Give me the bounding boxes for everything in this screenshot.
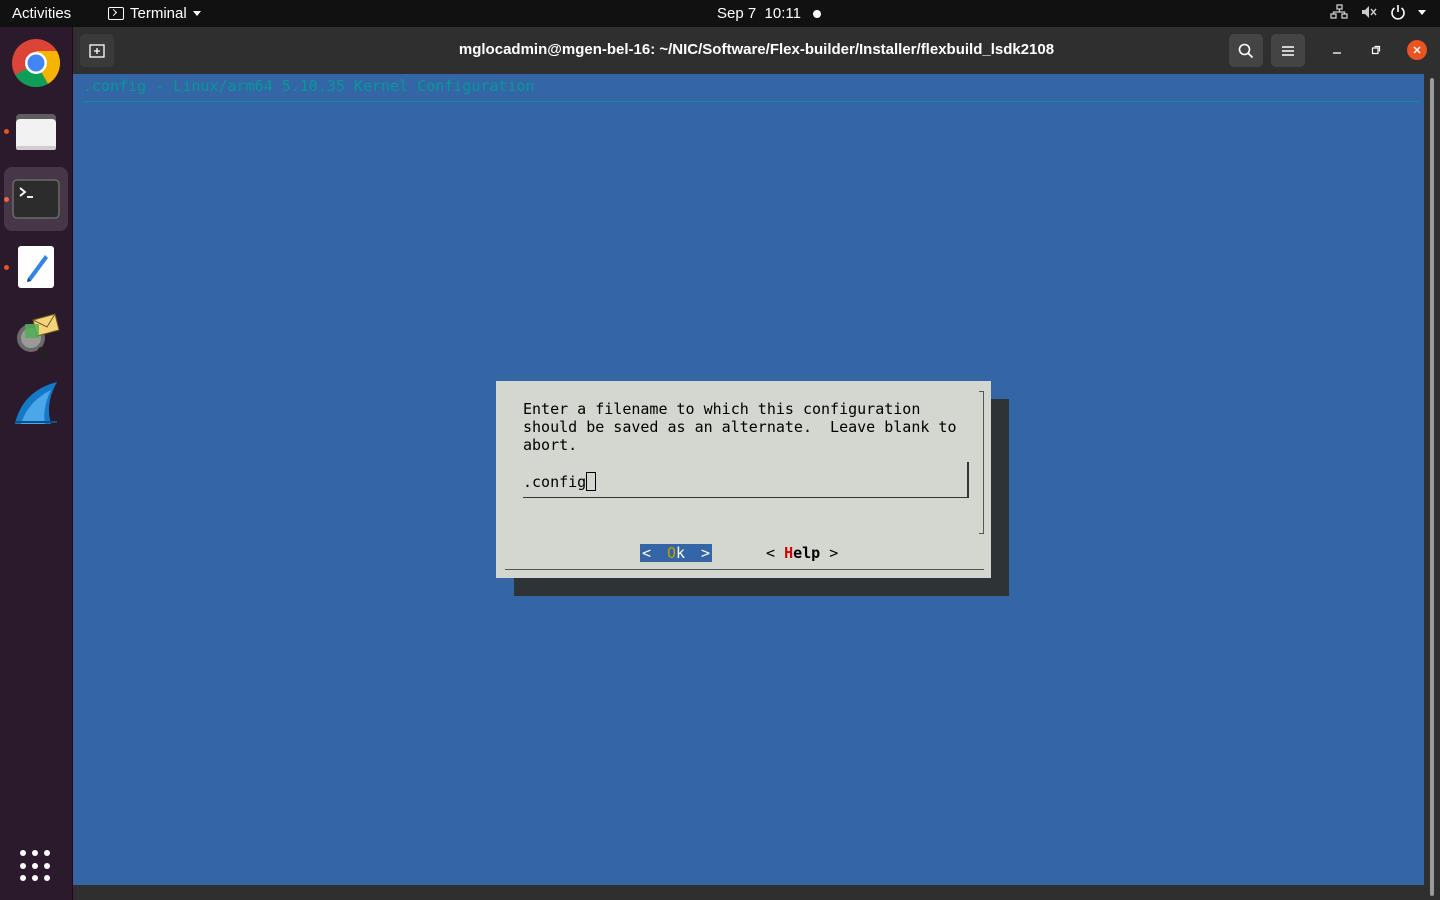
mail-app-icon: [17, 313, 60, 359]
window-titlebar[interactable]: mglocadmin@mgen-bel-16: ~/NIC/Software/F…: [73, 27, 1440, 74]
dock-item-terminal[interactable]: [4, 167, 68, 231]
save-as-dialog: Enter a filename to which this configura…: [496, 381, 991, 578]
top-bar: Activities Terminal Sep 7 10:11: [0, 0, 1440, 27]
grid-dot: [32, 862, 38, 869]
power-icon: [1391, 5, 1405, 20]
chevron-down-icon: [1418, 9, 1426, 15]
scrollbar-thumb[interactable]: [1430, 78, 1434, 896]
dock-item-mail-app[interactable]: [4, 303, 68, 367]
wireshark-icon: [15, 382, 57, 424]
restore-icon: [1371, 45, 1381, 55]
help-bracket-left: <: [766, 544, 785, 562]
dock-item-text-editor[interactable]: [4, 235, 68, 299]
help-bracket-right: >: [820, 544, 839, 562]
grid-dot: [20, 875, 26, 882]
ok-button[interactable]: < Ok >: [640, 544, 712, 562]
ok-hotkey: O: [667, 544, 677, 562]
terminal-small-icon: [108, 7, 124, 20]
text-editor-icon: [18, 246, 54, 288]
grid-dot: [44, 875, 50, 882]
ok-label: k: [676, 544, 686, 562]
filename-input[interactable]: .config: [523, 462, 969, 498]
input-border: [523, 497, 969, 498]
ok-bracket-right: >: [700, 544, 710, 562]
terminal-icon: [12, 179, 60, 219]
grid-dot: [32, 850, 38, 856]
restore-button[interactable]: [1366, 40, 1386, 60]
help-hotkey: H: [784, 544, 794, 562]
chrome-icon: [12, 39, 61, 88]
search-icon: [1238, 43, 1254, 58]
close-button[interactable]: [1407, 40, 1427, 60]
dialog-border: [979, 533, 984, 534]
files-icon: [16, 114, 56, 150]
dialog-border: [505, 569, 984, 570]
clock-button[interactable]: Sep 7 10:11: [717, 5, 821, 22]
app-menu-button[interactable]: Terminal: [108, 5, 201, 22]
kconfig-header: .config - Linux/arm64 5.10.35 Kernel Con…: [83, 77, 535, 95]
ok-bracket-left: <: [642, 544, 652, 562]
help-label: elp: [793, 544, 821, 562]
activities-button[interactable]: Activities: [12, 5, 71, 22]
grid-dot: [20, 850, 26, 856]
menu-button[interactable]: [1271, 34, 1305, 67]
grid-dot: [32, 875, 38, 882]
hamburger-menu-icon: [1282, 45, 1294, 56]
window-bottom-edge: [73, 885, 1424, 900]
dock: [0, 27, 72, 900]
dock-item-files[interactable]: [4, 99, 68, 163]
date-label: Sep 7: [717, 5, 757, 22]
scrollbar[interactable]: [1424, 74, 1440, 900]
dialog-border: [979, 391, 984, 392]
show-applications-button[interactable]: [20, 850, 52, 882]
grid-dot: [44, 850, 50, 856]
app-menu-label: Terminal: [130, 5, 187, 22]
dialog-message: Enter a filename to which this configura…: [523, 400, 957, 454]
help-button[interactable]: < Help >: [766, 544, 838, 562]
system-tray[interactable]: [1330, 4, 1426, 20]
text-cursor: [586, 472, 597, 491]
close-icon: [1413, 46, 1421, 54]
input-border: [967, 462, 969, 498]
search-button[interactable]: [1229, 34, 1263, 67]
time-label: 10:11: [764, 5, 801, 22]
grid-dot: [44, 862, 50, 869]
terminal-window: mglocadmin@mgen-bel-16: ~/NIC/Software/F…: [73, 27, 1440, 900]
dock-item-chrome[interactable]: [4, 31, 68, 95]
notification-dot-icon: [812, 9, 821, 18]
volume-muted-icon: [1362, 6, 1377, 18]
header-divider: [83, 101, 1419, 102]
dialog-border: [983, 391, 984, 534]
filename-input-value: .config: [523, 472, 587, 491]
network-icon: [1330, 4, 1348, 19]
grid-dot: [20, 862, 26, 869]
minimize-button[interactable]: [1327, 40, 1347, 60]
dock-item-wireshark[interactable]: [4, 371, 68, 435]
minimize-icon: [1333, 52, 1341, 54]
terminal-content[interactable]: .config - Linux/arm64 5.10.35 Kernel Con…: [73, 74, 1424, 885]
chevron-down-icon: [192, 11, 201, 16]
